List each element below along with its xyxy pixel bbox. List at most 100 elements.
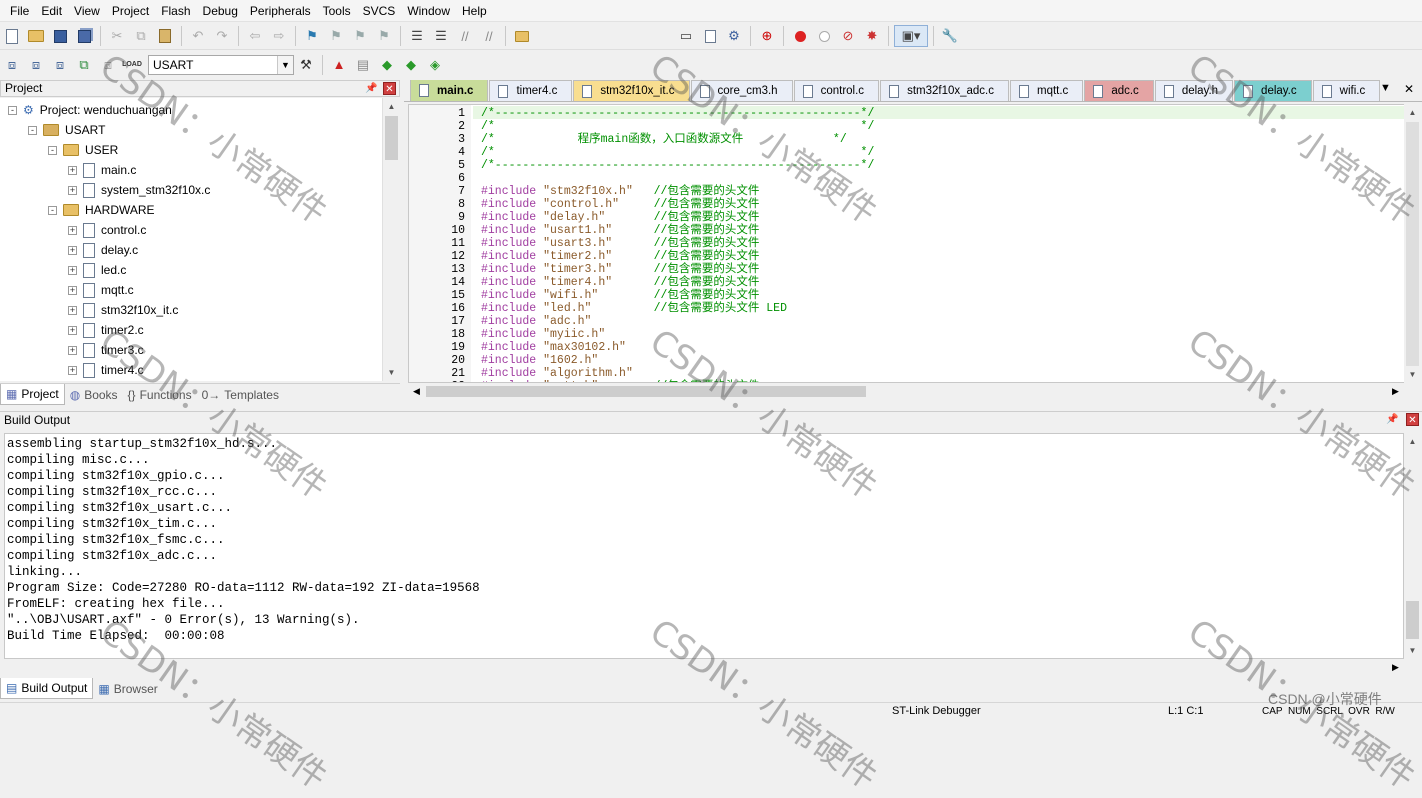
save-all-icon[interactable] [73,25,95,47]
prev-bookmark-icon[interactable]: ⚑ [325,25,347,47]
editor-tab[interactable]: core_cm3.h [690,80,793,101]
collapse-icon[interactable]: - [48,145,57,155]
collapse-icon[interactable]: - [48,205,57,215]
tab-browser[interactable]: ▦ Browser [93,678,162,699]
pack-installer-icon[interactable]: ◆ [376,54,398,76]
file-extensions-icon[interactable]: ▤ [352,54,374,76]
tab-books[interactable]: ◍ Books [65,384,123,405]
build-vertical-scrollbar[interactable]: ▲ ▼ [1404,433,1421,659]
scroll-thumb[interactable] [385,116,398,160]
menu-tools[interactable]: Tools [317,0,357,22]
build-horizontal-scrollbar[interactable]: ▶ [4,659,1404,675]
enable-breakpoint-icon[interactable] [813,25,835,47]
save-icon[interactable] [49,25,71,47]
build-icon[interactable]: ⧈ [25,54,47,76]
tab-build-output[interactable]: ▤ Build Output [0,678,94,699]
new-file-icon[interactable] [1,25,23,47]
menu-project[interactable]: Project [106,0,155,22]
tab-project[interactable]: ▦ Project [0,384,65,405]
tree-item[interactable]: + stm32f10x_it.c [68,300,178,320]
scroll-right-icon[interactable]: ▶ [1387,659,1404,675]
rebuild-icon[interactable]: ⧈ [49,54,71,76]
close-icon[interactable]: ✕ [1406,413,1419,426]
tab-templates[interactable]: 0→ Templates [197,384,284,405]
editor-tab[interactable]: timer4.c [489,80,573,101]
editor-tab[interactable]: wifi.c [1312,80,1381,101]
indent-icon[interactable]: ☰ [406,25,428,47]
menu-svcs[interactable]: SVCS [357,0,402,22]
project-vertical-scrollbar[interactable]: ▲ ▼ [382,98,399,381]
download-icon[interactable]: LOAD [121,54,143,76]
expand-icon[interactable]: + [68,285,77,295]
undo-icon[interactable]: ↶ [187,25,209,47]
browse-icon[interactable]: ⚙ [723,25,745,47]
menu-debug[interactable]: Debug [197,0,244,22]
tree-item[interactable]: + control.c [68,220,146,240]
editor-tab[interactable]: mqtt.c [1010,80,1084,101]
tree-item[interactable]: - USER [48,140,118,160]
expand-icon[interactable]: + [68,165,77,175]
stop-build-icon[interactable]: ⧈ [97,54,119,76]
scroll-thumb[interactable] [1406,122,1419,366]
menu-view[interactable]: View [68,0,106,22]
tree-item[interactable]: - ⚙ Project: wenduchuangan [8,100,172,120]
tree-item[interactable]: + delay.c [68,240,138,260]
find-icon[interactable]: ▭ [675,25,697,47]
editor-tab[interactable]: stm32f10x_adc.c [880,80,1009,101]
editor-tab[interactable]: delay.h [1154,80,1234,101]
expand-icon[interactable]: + [68,225,77,235]
editor-tab[interactable]: main.c [410,80,489,101]
scroll-down-icon[interactable]: ▼ [383,364,400,381]
menu-peripherals[interactable]: Peripherals [244,0,317,22]
redo-icon[interactable]: ↷ [211,25,233,47]
scroll-right-icon[interactable]: ▶ [1387,383,1404,400]
expand-icon[interactable]: + [68,345,77,355]
tree-item[interactable]: + mqtt.c [68,280,134,300]
next-bookmark-icon[interactable]: ⚑ [349,25,371,47]
tree-item[interactable]: - USART [28,120,105,140]
scroll-down-icon[interactable]: ▼ [1404,642,1421,659]
scroll-up-icon[interactable]: ▲ [1404,433,1421,450]
tree-item[interactable]: + timer4.c [68,360,144,380]
build-output-text[interactable]: assembling startup_stm32f10x_hd.s... comp… [4,433,1404,659]
nav-back-icon[interactable]: ⇦ [244,25,266,47]
editor-tab[interactable]: control.c [793,80,880,101]
copy-icon[interactable]: ⧉ [130,25,152,47]
manage-components-icon[interactable]: ▲ [328,54,350,76]
menu-window[interactable]: Window [401,0,456,22]
incremental-find-icon[interactable] [699,25,721,47]
target-select[interactable]: USART ▼ [148,54,294,75]
clear-bookmarks-icon[interactable]: ⚑ [373,25,395,47]
scroll-up-icon[interactable]: ▲ [383,98,400,115]
scroll-thumb[interactable] [426,386,866,397]
tree-item[interactable]: + led.c [68,260,126,280]
expand-icon[interactable]: + [68,265,77,275]
tree-item[interactable]: + timer2.c [68,320,144,340]
menu-file[interactable]: File [4,0,35,22]
scroll-up-icon[interactable]: ▲ [1404,104,1421,121]
kill-breakpoints-icon[interactable]: ✸ [861,25,883,47]
close-tab-icon[interactable]: ✕ [1404,82,1414,96]
comment-icon[interactable]: // [454,25,476,47]
tab-functions[interactable]: {} Functions [123,384,197,405]
cut-icon[interactable]: ✂ [106,25,128,47]
pin-icon[interactable]: 📌 [365,82,378,95]
expand-icon[interactable]: + [68,365,77,375]
tree-item[interactable]: + main.c [68,160,136,180]
pin-icon[interactable]: 📌 [1386,413,1399,426]
find-in-files-icon[interactable] [511,25,533,47]
editor-tab[interactable]: stm32f10x_it.c [573,80,690,101]
window-layout-icon[interactable]: ▣▾ [894,25,928,47]
collapse-icon[interactable]: - [28,125,37,135]
expand-icon[interactable]: + [68,245,77,255]
debug-session-icon[interactable]: ⊕ [756,25,778,47]
batch-build-icon[interactable]: ⧉ [73,54,95,76]
breakpoint-icon[interactable] [789,25,811,47]
tree-item[interactable]: + system_stm32f10x.c [68,180,210,200]
paste-icon[interactable] [154,25,176,47]
menu-help[interactable]: Help [456,0,493,22]
scroll-left-icon[interactable]: ◀ [408,383,425,400]
disable-breakpoints-icon[interactable]: ⊘ [837,25,859,47]
collapse-icon[interactable]: - [8,105,17,115]
expand-icon[interactable]: + [68,185,77,195]
